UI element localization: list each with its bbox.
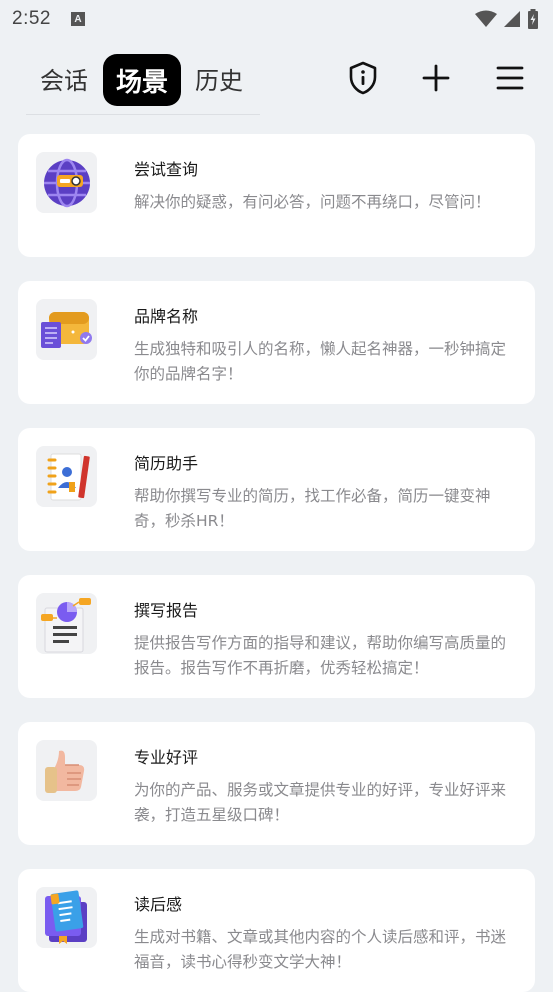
resume-notebook-icon <box>36 446 97 507</box>
battery-charging-icon <box>528 9 538 29</box>
notification-icon: A <box>70 12 85 26</box>
scene-title: 尝试查询 <box>134 160 199 179</box>
report-chart-icon <box>36 593 97 654</box>
status-bar: 2:52 A <box>0 0 553 38</box>
shield-info-icon[interactable] <box>345 60 381 96</box>
scene-description: 解决你的疑惑，有问必答，问题不再绕口，尽管问！ <box>134 193 491 211</box>
scene-title: 品牌名称 <box>134 307 199 326</box>
wallet-badge-icon <box>36 299 97 360</box>
scene-title: 读后感 <box>134 895 183 914</box>
scene-title: 简历助手 <box>134 454 199 473</box>
scene-card-report[interactable]: 撰写报告 提供报告写作方面的指导和建议，帮助你编写高质量的报告。报告写作不再折磨… <box>18 575 535 698</box>
tab-conversation[interactable]: 会话 <box>40 50 88 106</box>
scene-card-brand-name[interactable]: 品牌名称 生成独特和吸引人的名称，懒人起名神器，一秒钟搞定你的品牌名字！ <box>18 281 535 404</box>
scene-card-resume[interactable]: 简历助手 帮助你撰写专业的简历，找工作必备，简历一键变神奇，秒杀HR！ <box>18 428 535 551</box>
tab-scenes[interactable]: 场景 <box>103 54 181 106</box>
scene-title: 专业好评 <box>134 748 199 767</box>
scene-card-book-review[interactable]: 读后感 生成对书籍、文章或其他内容的个人读后感和评，书迷福音，读书心得秒变文学大… <box>18 869 535 992</box>
book-icon <box>36 887 97 948</box>
scene-description: 帮助你撰写专业的简历，找工作必备，简历一键变神奇，秒杀HR！ <box>134 487 491 530</box>
signal-icon <box>504 11 520 27</box>
scene-title: 撰写报告 <box>134 601 199 620</box>
scene-card-query[interactable]: 尝试查询 解决你的疑惑，有问必答，问题不再绕口，尽管问！ <box>18 134 535 257</box>
top-bar: 会话 场景 历史 <box>0 50 553 115</box>
menu-icon[interactable] <box>492 60 528 96</box>
thumbs-up-icon <box>36 740 97 801</box>
tab-divider <box>26 114 260 115</box>
globe-search-icon <box>36 152 97 213</box>
scene-description: 提供报告写作方面的指导和建议，帮助你编写高质量的报告。报告写作不再折磨，优秀轻松… <box>134 634 507 677</box>
tab-history[interactable]: 历史 <box>195 50 243 106</box>
wifi-icon <box>475 10 497 27</box>
status-time: 2:52 <box>12 8 51 29</box>
scene-description: 生成独特和吸引人的名称，懒人起名神器，一秒钟搞定你的品牌名字！ <box>134 340 507 383</box>
scene-description: 为你的产品、服务或文章提供专业的好评，专业好评来袭，打造五星级口碑！ <box>134 781 507 824</box>
plus-icon[interactable] <box>418 60 454 96</box>
scene-card-review[interactable]: 专业好评 为你的产品、服务或文章提供专业的好评，专业好评来袭，打造五星级口碑！ <box>18 722 535 845</box>
scene-description: 生成对书籍、文章或其他内容的个人读后感和评，书迷福音，读书心得秒变文学大神！ <box>134 928 507 971</box>
status-icons <box>475 9 539 29</box>
